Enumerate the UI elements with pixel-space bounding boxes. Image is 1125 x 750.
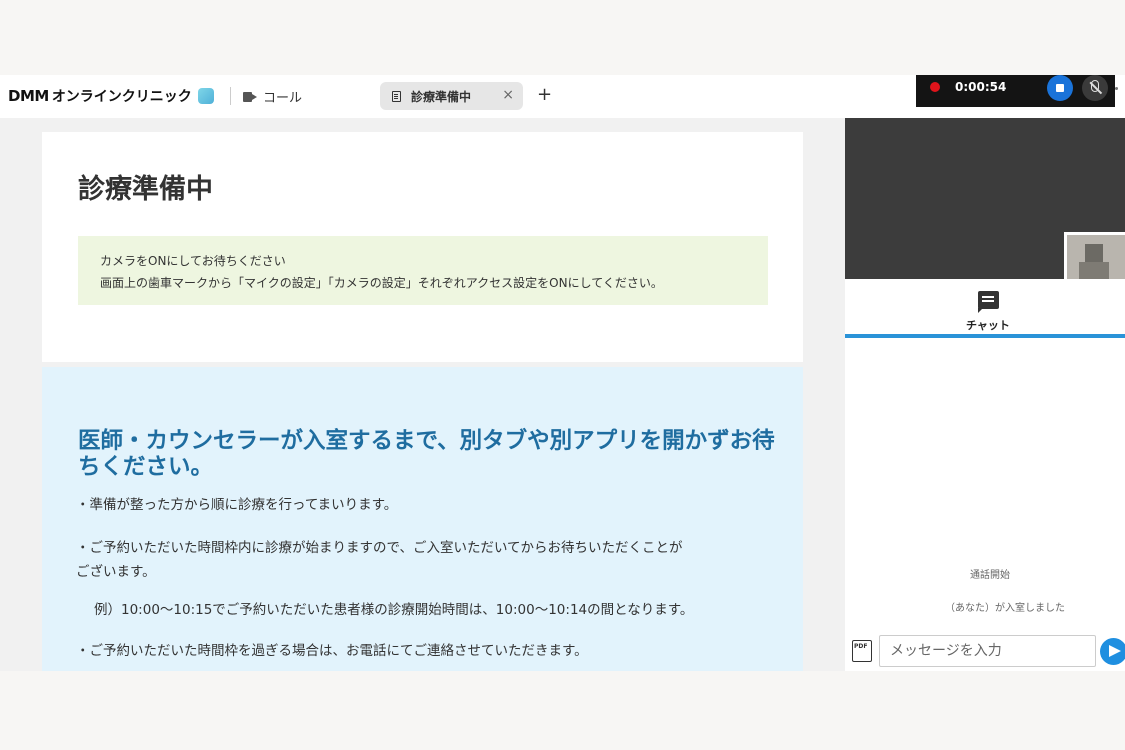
self-video-body xyxy=(1079,262,1109,279)
self-video-face xyxy=(1085,244,1103,262)
document-icon xyxy=(392,90,401,102)
mute-microphone-button[interactable] xyxy=(1082,75,1108,101)
notice-line-1: カメラをONにしてお待ちください xyxy=(100,254,286,268)
add-tab-button[interactable]: + xyxy=(537,84,552,105)
tab-consultation-prep-label: 診療準備中 xyxy=(411,89,472,104)
camera-notice: カメラをONにしてお待ちください 画面上の歯車マークから「マイクの設定」「カメラ… xyxy=(78,236,768,305)
tab-call-label: コール xyxy=(263,91,303,106)
tab-chat-label: チャット xyxy=(966,319,1010,332)
video-camera-icon xyxy=(243,91,257,102)
app-window: DMM オンラインクリニック コール 診療準備中 × + 0:00:54 診療準… xyxy=(0,75,1125,671)
tab-consultation-prep[interactable]: 診療準備中 × xyxy=(380,82,523,110)
page-title: 診療準備中 xyxy=(78,174,213,205)
more-dot-icon xyxy=(1115,87,1118,90)
close-tab-icon[interactable]: × xyxy=(502,87,514,103)
remote-video xyxy=(845,118,1125,279)
divider xyxy=(230,87,231,105)
info-paragraph-2b: ございます。 xyxy=(76,564,156,580)
side-panel: チャット 通話開始 （あなた）が入室しました PDF xyxy=(845,118,1125,671)
info-paragraph-2a: ・ご予約いただいた時間枠内に診療が始まりますので、ご入室いただいてからお待ちいた… xyxy=(76,540,683,556)
recording-timer: 0:00:54 xyxy=(955,80,1007,94)
waiting-info-card: 医師・カウンセラーが入室するまで、別タブや別アプリを開かずお待ちください。 ・準… xyxy=(42,367,803,671)
waiting-headline: 医師・カウンセラーが入室するまで、別タブや別アプリを開かずお待ちください。 xyxy=(78,428,775,480)
send-button[interactable] xyxy=(1100,638,1125,665)
recording-bar: 0:00:54 xyxy=(916,75,1115,107)
message-input[interactable] xyxy=(879,635,1096,667)
self-video-thumbnail[interactable] xyxy=(1064,232,1125,279)
top-bar: DMM オンラインクリニック コール 診療準備中 × + 0:00:54 xyxy=(0,75,1125,118)
logo-text: オンラインクリニック xyxy=(51,89,192,105)
info-paragraph-1: ・準備が整った方から順に診療を行ってまいります。 xyxy=(76,497,398,513)
notice-line-2: 画面上の歯車マークから「マイクの設定」「カメラの設定」それぞれアクセス設定をON… xyxy=(100,276,663,290)
tab-chat[interactable]: チャット xyxy=(845,279,1125,338)
clinic-logo[interactable]: DMM オンラインクリニック xyxy=(8,86,214,106)
tab-call[interactable]: コール xyxy=(243,87,302,106)
logo-brand: DMM xyxy=(8,87,49,105)
recording-dot-icon xyxy=(930,82,940,92)
tab-chat-underline xyxy=(845,334,1125,338)
stop-recording-button[interactable] xyxy=(1047,75,1073,101)
status-card: 診療準備中 カメラをONにしてお待ちください 画面上の歯車マークから「マイクの設… xyxy=(42,132,803,362)
system-message-call-start: 通話開始 xyxy=(970,570,1010,581)
system-message-joined: （あなた）が入室しました xyxy=(945,603,1065,614)
info-paragraph-4: ・ご予約いただいた時間枠を過ぎる場合は、お電話にてご連絡させていただきます。 xyxy=(76,643,588,659)
chat-icon xyxy=(978,291,999,313)
info-example: 例）10:00〜10:15でご予約いただいた患者様の診療開始時間は、10:00〜… xyxy=(94,602,694,618)
pdf-attach-icon[interactable]: PDF xyxy=(852,640,872,662)
logo-badge-icon xyxy=(197,88,214,104)
